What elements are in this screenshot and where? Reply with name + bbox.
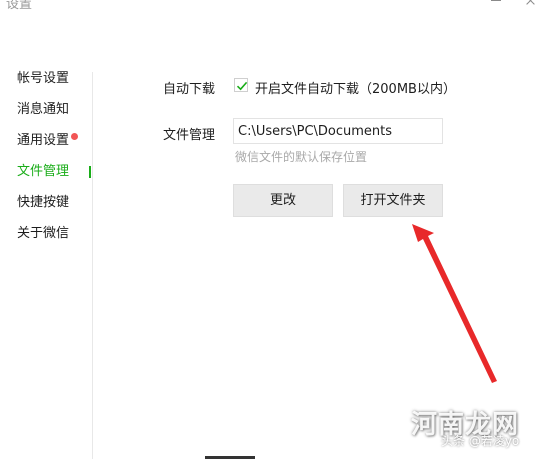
annotation-arrow-icon (412, 224, 497, 383)
watermark-author: 头条 @若凌yo (441, 434, 520, 448)
